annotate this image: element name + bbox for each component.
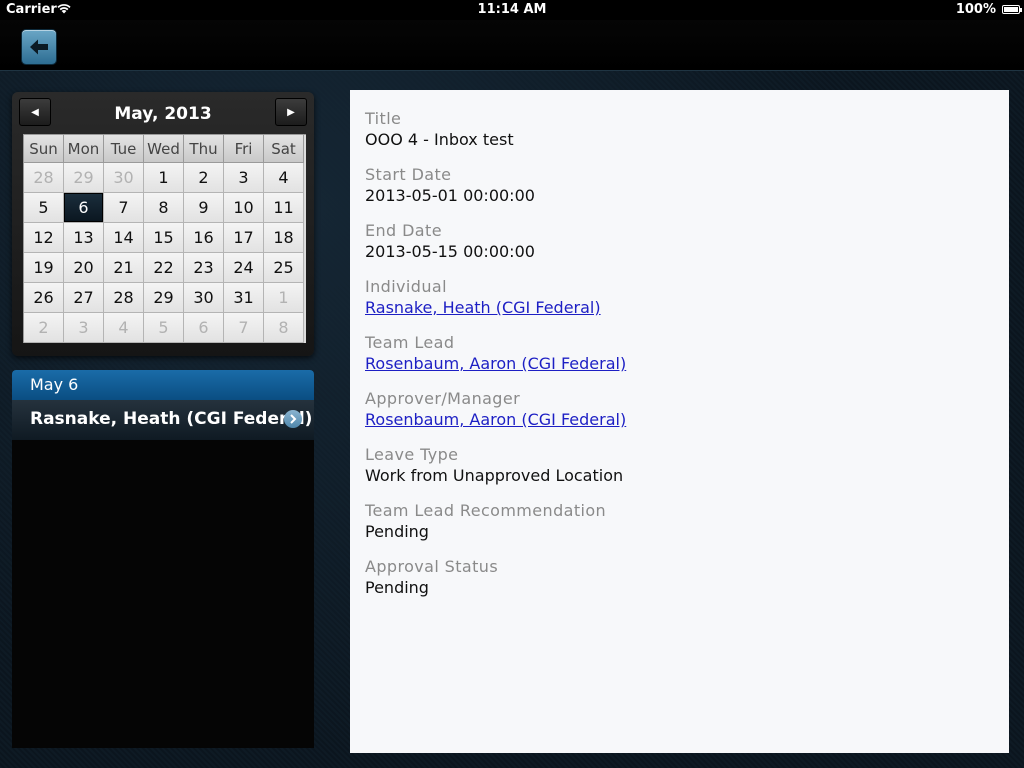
calendar-day[interactable]: 25	[264, 253, 304, 283]
calendar-day[interactable]: 6	[184, 313, 224, 343]
calendar-day[interactable]: 4	[104, 313, 144, 343]
field-start-date: Start Date 2013-05-01 00:00:00	[365, 163, 994, 206]
calendar-day[interactable]: 5	[144, 313, 184, 343]
weekday-header: Sun	[24, 135, 64, 163]
status-bar: Carrier 11:14 AM 100%	[0, 0, 1024, 20]
calendar-day[interactable]: 8	[144, 193, 184, 223]
weekday-header: Sat	[264, 135, 304, 163]
field-team-lead-recommendation: Team Lead Recommendation Pending	[365, 499, 994, 542]
calendar-day[interactable]: 31	[224, 283, 264, 313]
field-title: Title OOO 4 - Inbox test	[365, 107, 994, 150]
calendar-day[interactable]: 9	[184, 193, 224, 223]
calendar-day[interactable]: 28	[104, 283, 144, 313]
field-label: Approver/Manager	[365, 389, 521, 408]
calendar-day[interactable]: 29	[144, 283, 184, 313]
calendar-day[interactable]: 26	[24, 283, 64, 313]
calendar-day[interactable]: 21	[104, 253, 144, 283]
clock: 11:14 AM	[477, 2, 547, 17]
events-list: May 6 Rasnake, Heath (CGI Federal)	[12, 370, 314, 748]
calendar-day[interactable]: 4	[264, 163, 304, 193]
chevron-right-icon	[290, 414, 297, 424]
weekday-header: Tue	[104, 135, 144, 163]
calendar-day[interactable]: 17	[224, 223, 264, 253]
calendar-day[interactable]: 22	[144, 253, 184, 283]
calendar-day[interactable]: 7	[104, 193, 144, 223]
calendar-day[interactable]: 10	[224, 193, 264, 223]
field-leave-type: Leave Type Work from Unapproved Location	[365, 443, 994, 486]
arrow-left-icon	[30, 39, 48, 55]
event-item-label: Rasnake, Heath (CGI Federal)	[30, 409, 313, 429]
field-label: Title	[365, 109, 402, 128]
calendar-day[interactable]: 15	[144, 223, 184, 253]
field-value: OOO 4 - Inbox test	[365, 130, 514, 149]
field-value: Work from Unapproved Location	[365, 466, 624, 485]
event-list-item[interactable]: Rasnake, Heath (CGI Federal)	[12, 400, 314, 440]
calendar-day-selected[interactable]: 6	[64, 193, 104, 223]
field-label: Team Lead	[365, 333, 455, 352]
team-lead-link[interactable]: Rosenbaum, Aaron (CGI Federal)	[365, 354, 994, 374]
calendar-day[interactable]: 27	[64, 283, 104, 313]
events-date-header: May 6	[12, 370, 314, 400]
calendar-day[interactable]: 2	[184, 163, 224, 193]
calendar-day[interactable]: 12	[24, 223, 64, 253]
month-calendar: ◀ May, 2013 ▶ Sun Mon Tue Wed Thu Fri Sa…	[12, 92, 314, 356]
weekday-header: Fri	[224, 135, 264, 163]
calendar-day[interactable]: 18	[264, 223, 304, 253]
calendar-day[interactable]: 8	[264, 313, 304, 343]
triangle-right-icon: ▶	[287, 106, 295, 118]
calendar-day[interactable]: 16	[184, 223, 224, 253]
calendar-day[interactable]: 1	[264, 283, 304, 313]
calendar-day[interactable]: 3	[64, 313, 104, 343]
field-label: Team Lead Recommendation	[365, 501, 607, 520]
calendar-day[interactable]: 13	[64, 223, 104, 253]
calendar-day[interactable]: 19	[24, 253, 64, 283]
calendar-day[interactable]: 20	[64, 253, 104, 283]
field-label: Individual	[365, 277, 447, 296]
calendar-grid: Sun Mon Tue Wed Thu Fri Sat 28 29 30 1 2…	[23, 134, 306, 343]
back-button[interactable]	[22, 30, 56, 64]
disclosure-chevron-icon[interactable]	[284, 410, 302, 428]
field-label: Start Date	[365, 165, 452, 184]
field-value: Pending	[365, 522, 429, 541]
calendar-day[interactable]: 14	[104, 223, 144, 253]
field-individual: Individual Rasnake, Heath (CGI Federal)	[365, 275, 994, 318]
field-end-date: End Date 2013-05-15 00:00:00	[365, 219, 994, 262]
approver-manager-link[interactable]: Rosenbaum, Aaron (CGI Federal)	[365, 410, 994, 430]
calendar-day[interactable]: 2	[24, 313, 64, 343]
navigation-bar	[0, 20, 1024, 71]
individual-link[interactable]: Rasnake, Heath (CGI Federal)	[365, 298, 994, 318]
field-label: Leave Type	[365, 445, 459, 464]
field-value: Pending	[365, 578, 429, 597]
calendar-day[interactable]: 7	[224, 313, 264, 343]
event-detail-panel: Title OOO 4 - Inbox test Start Date 2013…	[350, 90, 1009, 753]
next-month-button[interactable]: ▶	[275, 98, 307, 126]
calendar-day[interactable]: 24	[224, 253, 264, 283]
calendar-day[interactable]: 30	[104, 163, 144, 193]
battery-icon	[1002, 5, 1022, 14]
calendar-month-title: May, 2013	[114, 104, 212, 124]
calendar-day[interactable]: 5	[24, 193, 64, 223]
calendar-day[interactable]: 30	[184, 283, 224, 313]
weekday-header: Mon	[64, 135, 104, 163]
calendar-day[interactable]: 3	[224, 163, 264, 193]
field-value: 2013-05-01 00:00:00	[365, 186, 535, 205]
field-team-lead: Team Lead Rosenbaum, Aaron (CGI Federal)	[365, 331, 994, 374]
weekday-header: Wed	[144, 135, 184, 163]
calendar-day[interactable]: 28	[24, 163, 64, 193]
field-label: Approval Status	[365, 557, 499, 576]
calendar-day[interactable]: 23	[184, 253, 224, 283]
field-approver-manager: Approver/Manager Rosenbaum, Aaron (CGI F…	[365, 387, 994, 430]
weekday-header: Thu	[184, 135, 224, 163]
calendar-day[interactable]: 11	[264, 193, 304, 223]
field-label: End Date	[365, 221, 442, 240]
battery-percent: 100%	[955, 2, 996, 17]
calendar-day[interactable]: 29	[64, 163, 104, 193]
field-value: 2013-05-15 00:00:00	[365, 242, 535, 261]
field-approval-status: Approval Status Pending	[365, 555, 994, 598]
calendar-day[interactable]: 1	[144, 163, 184, 193]
